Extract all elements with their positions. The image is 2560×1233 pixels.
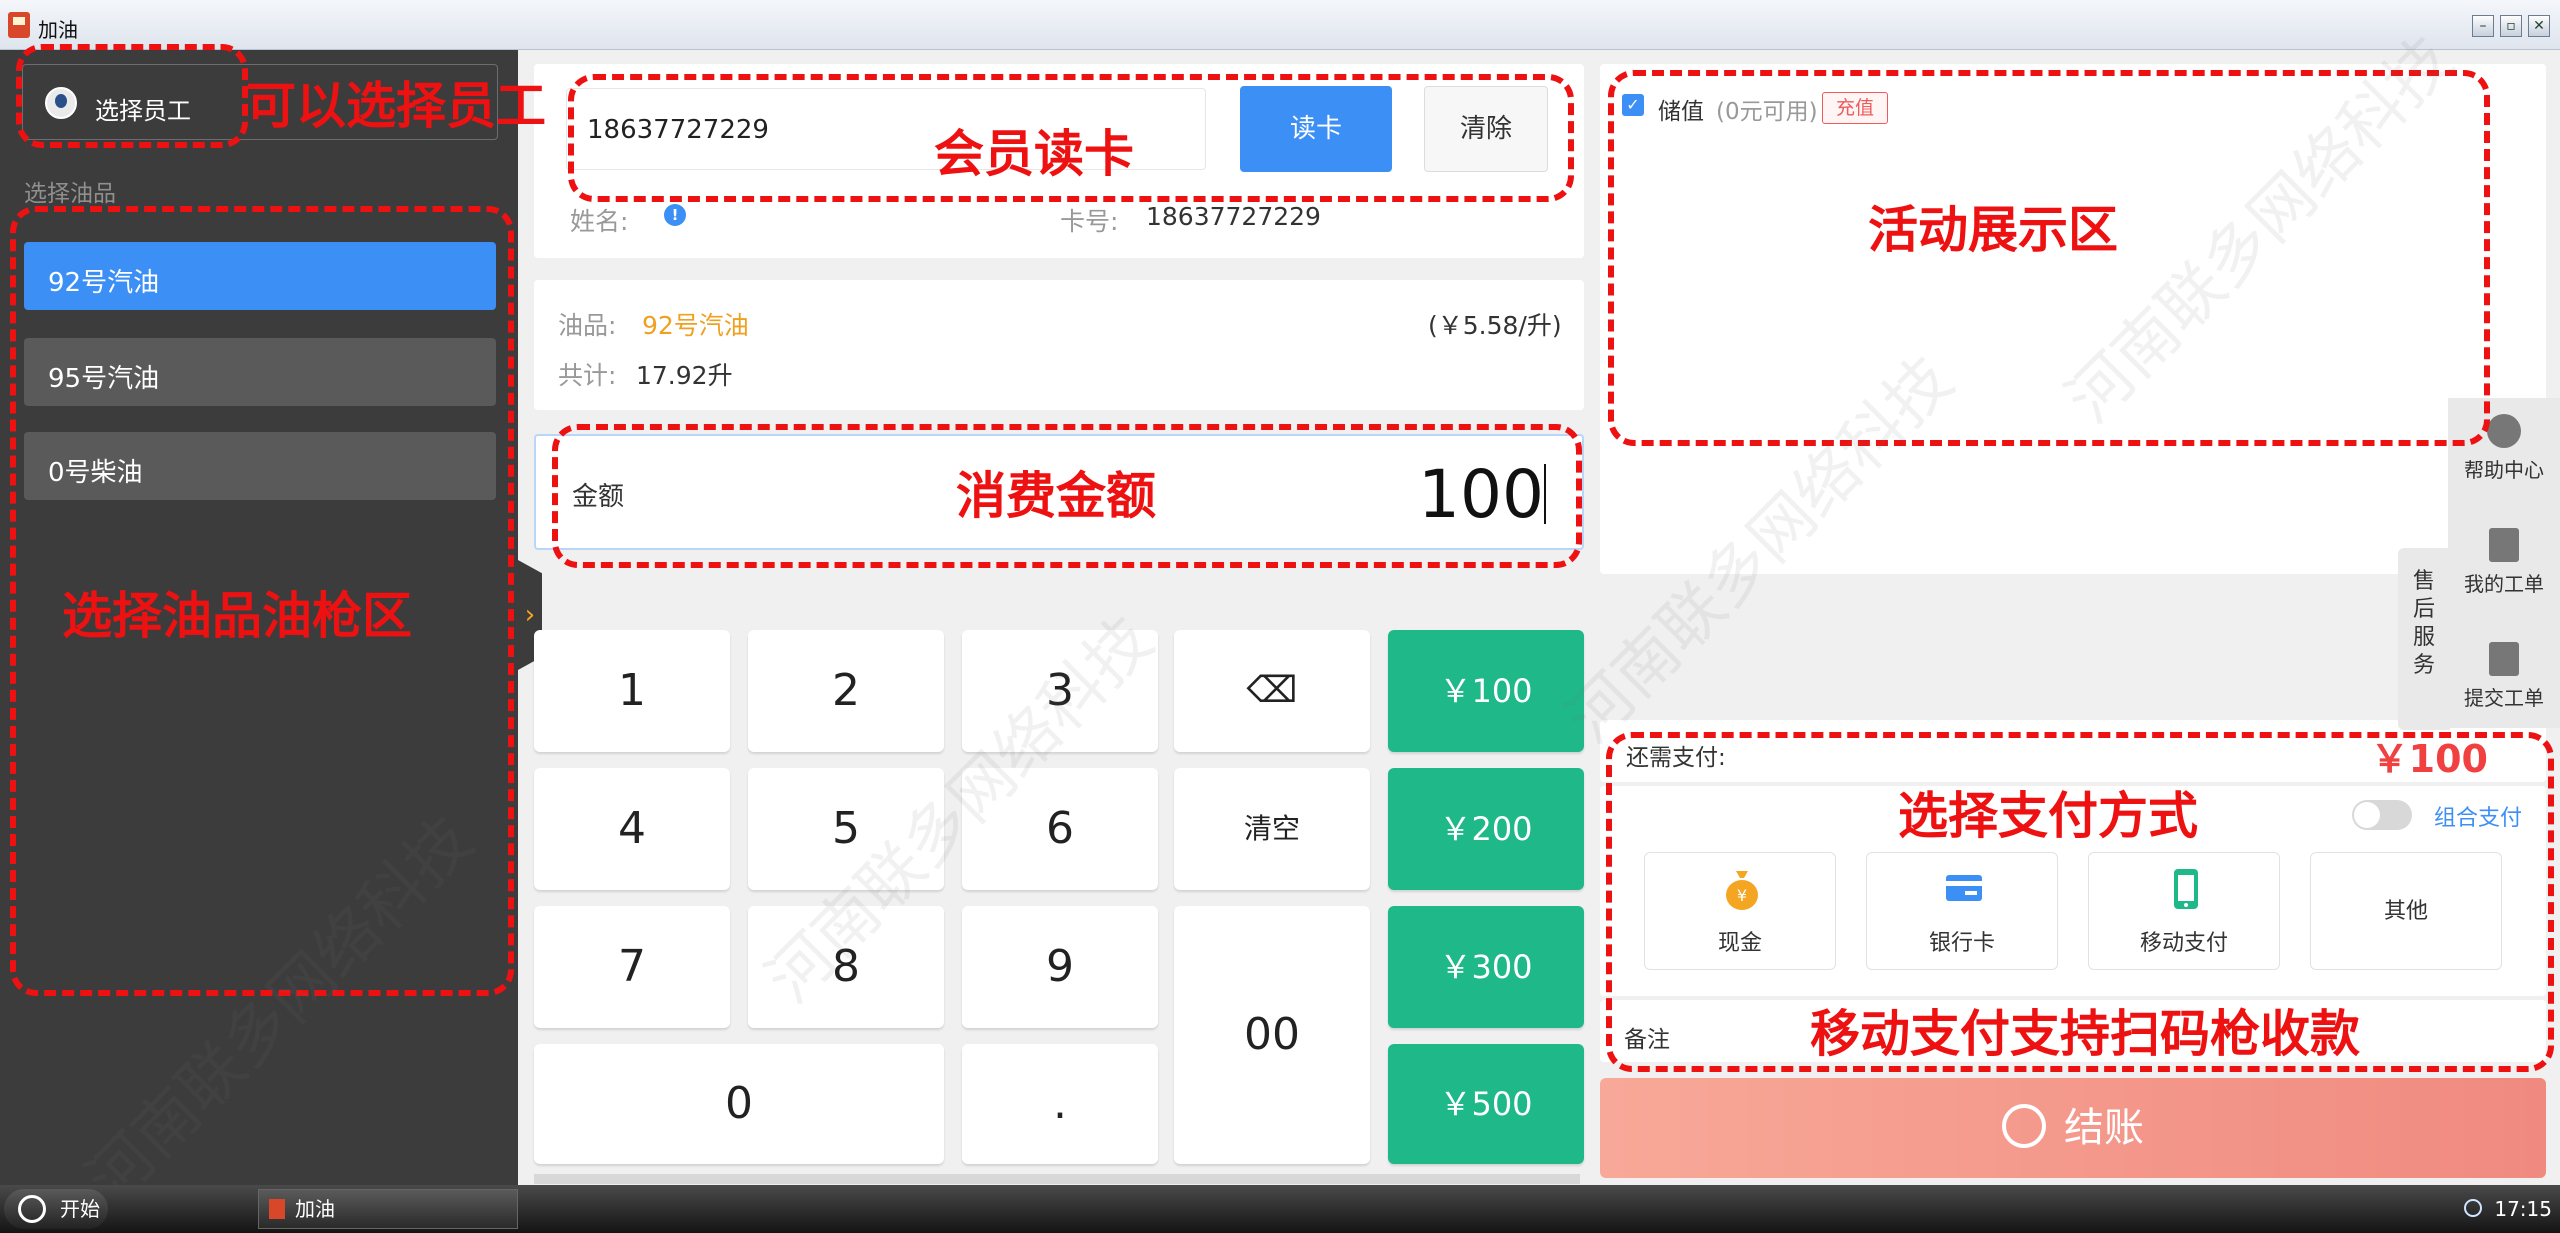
maximize-button[interactable]: ▫ [2500,15,2522,37]
my-tickets-label: 我的工单 [2464,572,2544,596]
app-icon [269,1199,285,1219]
checkout-coin-icon [2002,1104,2046,1148]
key-2[interactable]: 2 [748,630,944,752]
after-sales-char-1: 售 [2412,569,2435,594]
total-label: 共计: [558,361,617,390]
submit-ticket-item[interactable]: 提交工单 [2448,642,2560,711]
close-button[interactable]: ✕ [2528,15,2550,37]
checkout-label: 结账 [2064,1105,2144,1151]
clear-all-key[interactable]: 清空 [1174,768,1370,890]
window-titlebar: 加油 – ▫ ✕ [0,0,2560,50]
quick-amount-200[interactable]: ￥200 [1388,768,1584,890]
after-sales-char-4: 务 [2412,653,2435,678]
keypad-footer [534,1174,1580,1184]
help-question-icon [2487,414,2521,448]
unit-price: (￥5.58/升) [1428,311,1562,340]
taskbar-app-item[interactable]: 加油 [258,1189,518,1229]
oil-label: 油品: [558,311,617,340]
member-cardno-label: 卡号: [1060,207,1119,236]
backspace-icon[interactable]: ⌫ [1174,630,1370,752]
clipboard-icon [2489,528,2519,562]
total-volume: 17.92升 [636,361,733,390]
after-sales-char-3: 服 [2412,625,2435,650]
quick-amount-100[interactable]: ￥100 [1388,630,1584,752]
help-sidebar: 帮助中心 我的工单 提交工单 [2448,398,2560,728]
member-name-label: 姓名: [570,207,629,236]
key-3[interactable]: 3 [962,630,1158,752]
key-00[interactable]: 00 [1174,906,1370,1164]
key-dot[interactable]: . [962,1044,1158,1164]
key-0[interactable]: 0 [534,1044,944,1164]
annotation-amount-text: 消费金额 [956,467,1156,525]
key-7[interactable]: 7 [534,906,730,1028]
member-cardno-value: 18637727229 [1146,202,1321,231]
annotation-fuel-text: 选择油品油枪区 [62,587,412,645]
annotation-promo-text: 活动展示区 [1868,201,2118,259]
taskbar-clock[interactable]: 17:15 [2494,1197,2552,1221]
annotation-employee-box [16,44,248,148]
annotation-payment-text: 选择支付方式 [1898,787,2198,845]
key-6[interactable]: 6 [962,768,1158,890]
taskbar-app-label: 加油 [295,1197,335,1221]
power-icon [18,1195,46,1223]
key-1[interactable]: 1 [534,630,730,752]
quick-amount-300[interactable]: ￥300 [1388,906,1584,1028]
window-title: 加油 [38,18,78,42]
info-icon[interactable]: ! [664,204,686,226]
after-sales-tab[interactable]: 售 后 服 务 [2398,548,2450,730]
start-button[interactable]: 开始 [4,1189,108,1229]
annotation-mobile-text: 移动支付支持扫码枪收款 [1810,1005,2360,1063]
oil-value: 92号汽油 [642,311,749,340]
key-9[interactable]: 9 [962,906,1158,1028]
clipboard-edit-icon [2489,642,2519,676]
help-center-label: 帮助中心 [2464,458,2544,482]
clock-icon [2464,1199,2482,1217]
app-icon [8,12,30,38]
minimize-button[interactable]: – [2472,15,2494,37]
key-5[interactable]: 5 [748,768,944,890]
start-label: 开始 [60,1197,100,1221]
taskbar: 开始 加油 17:15 [0,1185,2560,1233]
key-4[interactable]: 4 [534,768,730,890]
annotation-member-text: 会员读卡 [934,125,1134,183]
after-sales-char-2: 后 [2412,597,2435,622]
fuel-section-label: 选择油品 [24,181,116,207]
quick-amount-500[interactable]: ￥500 [1388,1044,1584,1164]
my-tickets-item[interactable]: 我的工单 [2448,528,2560,597]
key-8[interactable]: 8 [748,906,944,1028]
annotation-employee-text: 可以选择员工 [246,77,546,135]
checkout-button[interactable]: 结账 [1600,1078,2546,1178]
submit-ticket-label: 提交工单 [2464,686,2544,710]
